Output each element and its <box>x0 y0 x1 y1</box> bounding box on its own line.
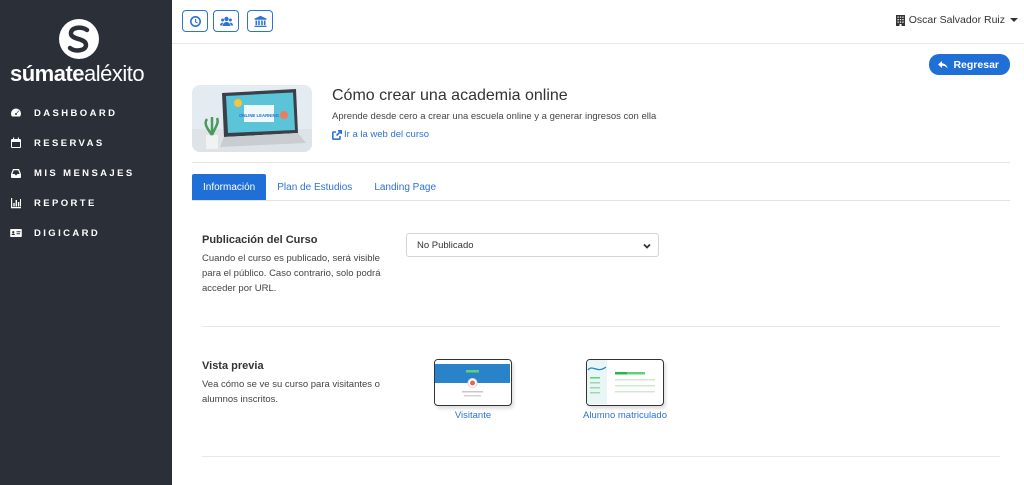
preview-visitor[interactable]: Visitante <box>434 359 512 421</box>
divider <box>202 326 1000 327</box>
brand-logo[interactable]: súmatealéxito <box>0 14 172 86</box>
course-web-link[interactable]: Ir a la web del curso <box>332 129 429 140</box>
logo-mark-icon <box>59 19 99 59</box>
user-name: Oscar Salvador Ruiz <box>908 14 1005 26</box>
sidebar-item-label: RESERVAS <box>34 137 105 149</box>
sidebar-item-digicard[interactable]: DIGICARD <box>0 218 172 248</box>
sidebar-item-label: REPORTE <box>34 197 97 209</box>
reply-icon <box>938 60 949 69</box>
user-menu[interactable]: Oscar Salvador Ruiz <box>895 14 1018 26</box>
course-image: ONLINE LEARNING <box>192 85 312 152</box>
building-icon <box>895 14 905 26</box>
main-content: Regresar ONLINE LEARNING Cómo crear una … <box>172 45 1024 485</box>
users-icon <box>219 16 233 26</box>
online-learning-illustration: ONLINE LEARNING <box>192 85 312 152</box>
back-button[interactable]: Regresar <box>929 54 1010 75</box>
external-link-icon <box>332 129 342 140</box>
clock-button[interactable] <box>182 10 208 32</box>
student-preview-thumbnail <box>586 359 664 406</box>
visitor-preview-thumbnail <box>434 359 512 406</box>
chart-icon <box>11 198 21 209</box>
publication-description: Cuando el curso es publicado, será visib… <box>202 253 381 294</box>
topbar: Oscar Salvador Ruiz <box>172 0 1024 44</box>
image-caption: ONLINE LEARNING <box>239 113 280 118</box>
sidebar-item-reporte[interactable]: REPORTE <box>0 188 172 218</box>
select-value: No Publicado <box>417 239 474 251</box>
sidebar-nav: DASHBOARD RESERVAS MIS MENSAJES REPORTE … <box>0 98 172 248</box>
tab-landing-page[interactable]: Landing Page <box>363 174 447 200</box>
chevron-down-icon <box>643 243 651 249</box>
preview-description: Vea cómo se ve su curso para visitantes … <box>202 379 380 405</box>
preview-visitor-label: Visitante <box>454 410 492 421</box>
sidebar: súmatealéxito DASHBOARD RESERVAS MIS MEN… <box>0 0 172 485</box>
divider <box>202 456 1000 457</box>
users-button[interactable] <box>213 10 239 32</box>
preview-student-label: Alumno matriculado <box>583 410 667 421</box>
inbox-icon <box>11 169 21 178</box>
course-subtitle: Aprende desde cero a crear una escuela o… <box>332 111 657 122</box>
course-tabs: Información Plan de Estudios Landing Pag… <box>192 174 447 200</box>
sidebar-item-dashboard[interactable]: DASHBOARD <box>0 98 172 128</box>
logo-text: súmatealéxito <box>10 61 145 86</box>
preview-student[interactable]: Alumno matriculado <box>583 359 667 421</box>
course-title: Cómo crear una academia online <box>332 87 568 104</box>
id-card-icon <box>10 229 22 237</box>
sidebar-item-label: MIS MENSAJES <box>34 167 135 179</box>
calendar-icon <box>11 137 21 148</box>
sidebar-item-reservas[interactable]: RESERVAS <box>0 128 172 158</box>
preview-title: Vista previa <box>202 360 264 372</box>
caret-down-icon <box>1010 18 1018 22</box>
sidebar-item-mis-mensajes[interactable]: MIS MENSAJES <box>0 158 172 188</box>
dashboard-icon <box>11 108 21 117</box>
bank-icon <box>254 15 266 27</box>
back-button-label: Regresar <box>953 58 999 71</box>
tabs-underline <box>192 200 1010 201</box>
sidebar-item-label: DIGICARD <box>34 227 101 239</box>
course-web-link-label: Ir a la web del curso <box>344 129 430 140</box>
bank-button[interactable] <box>247 10 273 32</box>
publication-title: Publicación del Curso <box>202 234 318 246</box>
tab-informacion[interactable]: Información <box>192 174 267 200</box>
publication-status-select[interactable]: No Publicado <box>406 233 659 257</box>
tab-plan-de-estudios[interactable]: Plan de Estudios <box>266 174 363 200</box>
sidebar-item-label: DASHBOARD <box>34 107 118 119</box>
clock-icon <box>189 15 201 27</box>
divider <box>192 162 1010 163</box>
